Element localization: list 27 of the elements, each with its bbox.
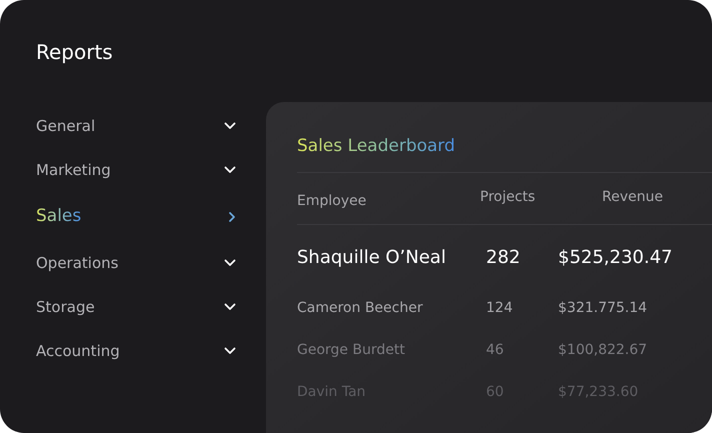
column-header: Employee xyxy=(297,192,368,211)
revenue-cell-text: $525,230.47 xyxy=(558,246,674,270)
projects-cell-text: 46 xyxy=(485,340,505,360)
chevron-down-icon xyxy=(224,347,236,355)
chevron-down-icon xyxy=(224,303,236,311)
revenue-cell-text: $100,822.67 xyxy=(558,340,648,360)
sidebar-item[interactable]: Sales xyxy=(36,192,236,241)
revenue-cell-text: $321.775.14 xyxy=(558,298,648,318)
employee-cell-text: George Burdett xyxy=(297,340,406,360)
column-header: Revenue xyxy=(601,188,664,207)
sidebar-item[interactable]: General xyxy=(36,104,236,148)
chevron-down-icon xyxy=(224,259,236,267)
employee-cell-text: Shaquille O’Neal xyxy=(297,246,447,270)
sidebar-item[interactable]: Storage xyxy=(36,285,236,329)
projects-cell-text: 60 xyxy=(485,382,505,402)
sidebar-item[interactable]: Marketing xyxy=(36,148,236,192)
chevron-right-icon xyxy=(228,210,236,222)
revenue-cell-text: $77,233.60 xyxy=(558,382,640,402)
column-header: Projects xyxy=(480,188,536,207)
sidebar-title: Reports xyxy=(36,39,114,66)
chevron-down-icon xyxy=(224,166,236,174)
sidebar-item[interactable]: Operations xyxy=(36,241,236,285)
projects-cell-text: 282 xyxy=(485,246,522,270)
employee-cell-text: Cameron Beecher xyxy=(297,298,424,318)
chevron-down-icon xyxy=(224,122,236,130)
sidebar-item[interactable]: Accounting xyxy=(36,329,236,373)
projects-cell-text: 124 xyxy=(485,298,514,318)
